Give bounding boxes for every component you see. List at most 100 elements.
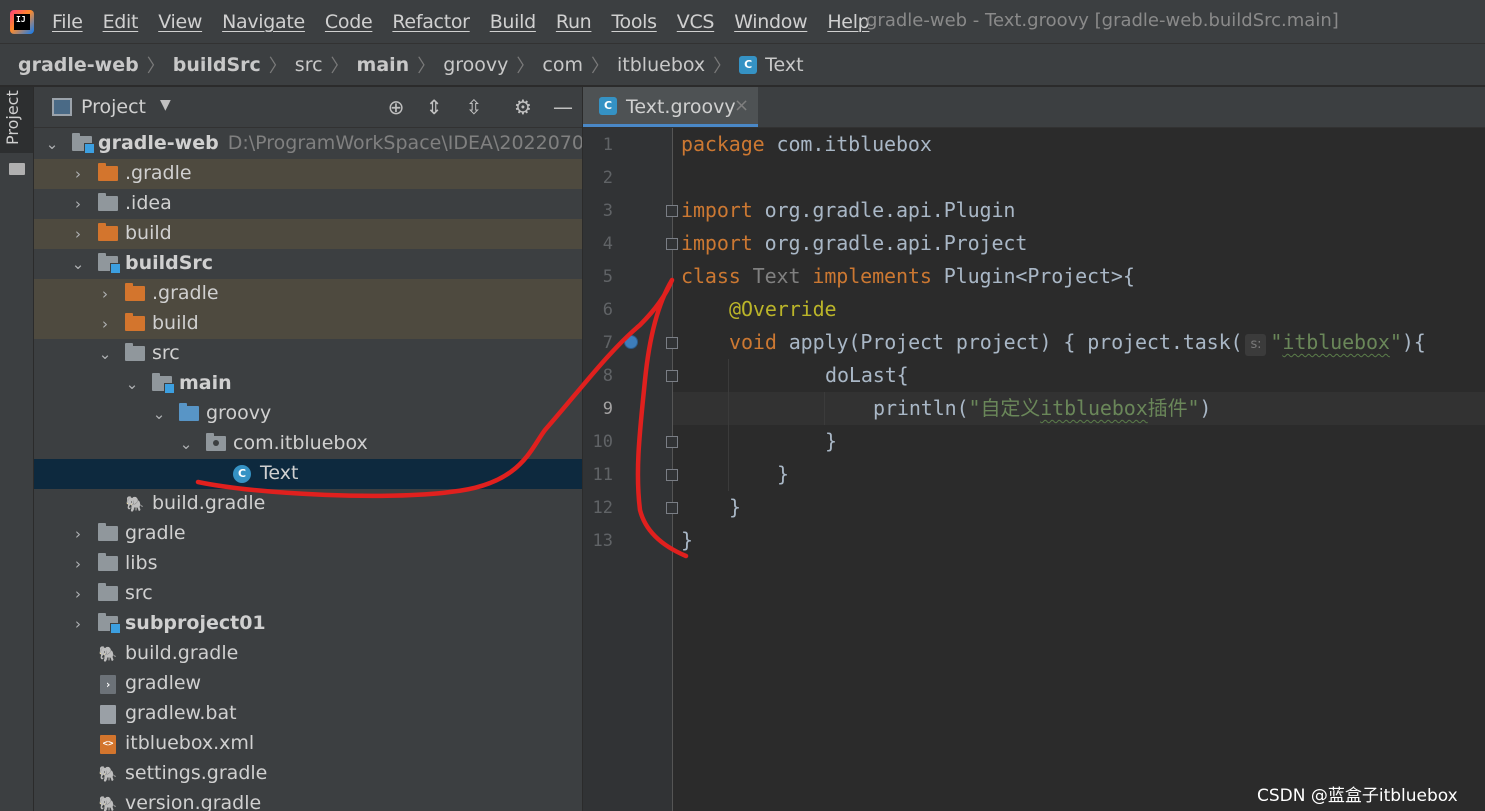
indent-guide	[824, 392, 825, 425]
chevron-right-icon: 〉	[713, 55, 732, 77]
fold-marker-icon[interactable]	[666, 337, 678, 349]
tree-row[interactable]: 🐘 settings.gradle	[34, 759, 582, 789]
expand-all-icon[interactable]: ⇕	[421, 94, 447, 120]
tree-row[interactable]: › gradlew	[34, 669, 582, 699]
minimize-icon[interactable]: —	[550, 94, 576, 120]
chevron-right-icon[interactable]: ›	[70, 223, 86, 245]
line-number: 7	[602, 333, 613, 353]
menu-help[interactable]: Help	[827, 11, 869, 33]
tree-row[interactable]: <> itbluebox.xml	[34, 729, 582, 759]
tree-row[interactable]: ⌄ src	[34, 339, 582, 369]
tree-row[interactable]: › src	[34, 579, 582, 609]
chevron-right-icon[interactable]: ›	[70, 583, 86, 605]
tree-row[interactable]: › libs	[34, 549, 582, 579]
crumb-src[interactable]: src	[295, 54, 323, 76]
tree-label: build.gradle	[125, 642, 239, 664]
line-number: 1	[602, 135, 613, 155]
chevron-right-icon[interactable]: ›	[70, 613, 86, 635]
csdn-watermark: CSDN @蓝盒子itbluebox	[1257, 786, 1458, 806]
text-file-icon	[100, 705, 116, 724]
menu-run[interactable]: Run	[556, 11, 592, 33]
tree-row[interactable]: ⌄ main	[34, 369, 582, 399]
code-line-7: void apply(Project project) { project.ta…	[729, 330, 1426, 356]
menu-navigate[interactable]: Navigate	[222, 11, 305, 33]
override-method-icon[interactable]	[624, 335, 638, 349]
breadcrumb: gradle-web 〉 buildSrc 〉 src 〉 main 〉 groovy 〉…	[0, 44, 1485, 86]
code-line-10: }	[825, 429, 837, 453]
folder-icon[interactable]	[9, 163, 25, 175]
crumb-main[interactable]: main	[357, 54, 410, 76]
locate-crosshair-icon[interactable]: ⊕	[383, 94, 409, 120]
fold-marker-icon[interactable]	[666, 205, 678, 217]
folder-icon	[125, 343, 145, 361]
folder-icon	[98, 193, 118, 211]
tree-row[interactable]: › .gradle	[34, 279, 582, 309]
tree-label: gradlew.bat	[125, 702, 237, 724]
tree-label: gradle-web D:\ProgramWorkSpace\IDEA\20220…	[98, 132, 582, 154]
chevron-down-icon[interactable]: ⌄	[151, 403, 167, 425]
tree-row[interactable]: › build	[34, 309, 582, 339]
menu-view[interactable]: View	[158, 11, 202, 33]
tree-row[interactable]: ⌄ com.itbluebox	[34, 429, 582, 459]
tree-label: build	[152, 312, 199, 334]
tree-row[interactable]: ⌄ gradle-web D:\ProgramWorkSpace\IDEA\202…	[34, 129, 582, 159]
chevron-right-icon[interactable]: ›	[70, 193, 86, 215]
tree-row[interactable]: 🐘 version.gradle	[34, 789, 582, 811]
chevron-down-icon[interactable]: ⌄	[124, 373, 140, 395]
project-panel-title[interactable]: Project	[81, 96, 146, 118]
code-editor[interactable]: 1 2 3 4 5 6 7 8 9 10 11 12 13 package co…	[583, 128, 1485, 811]
chevron-down-icon[interactable]: ⌄	[178, 433, 194, 455]
chevron-right-icon[interactable]: ›	[70, 523, 86, 545]
tree-row[interactable]: › subproject01	[34, 609, 582, 639]
fold-marker-icon[interactable]	[666, 469, 678, 481]
tree-label: build	[125, 222, 172, 244]
menu-tools[interactable]: Tools	[611, 11, 657, 33]
tree-row[interactable]: ⌄ groovy	[34, 399, 582, 429]
chevron-down-icon[interactable]: ⌄	[70, 253, 86, 275]
project-panel-header: Project ▼ ⊕ ⇕ ⇳ ⚙ —	[34, 87, 582, 128]
gear-icon[interactable]: ⚙	[510, 94, 536, 120]
menu-window[interactable]: Window	[734, 11, 807, 33]
intellij-logo-icon[interactable]: IJ	[10, 10, 34, 34]
menu-edit[interactable]: Edit	[103, 11, 139, 33]
tree-row[interactable]: ⌄ buildSrc	[34, 249, 582, 279]
tree-row[interactable]: 🐘 build.gradle	[34, 639, 582, 669]
tab-text-groovy[interactable]: C Text.groovy ×	[583, 87, 758, 127]
editor-tab-bar: C Text.groovy ×	[583, 87, 1485, 128]
tree-row[interactable]: 🐘 build.gradle	[34, 489, 582, 519]
crumb-project[interactable]: gradle-web	[18, 54, 139, 76]
chevron-right-icon[interactable]: ›	[97, 283, 113, 305]
collapse-all-icon[interactable]: ⇳	[461, 94, 487, 120]
chevron-right-icon[interactable]: ›	[70, 553, 86, 575]
chevron-down-icon[interactable]: ▼	[160, 97, 171, 113]
fold-marker-icon[interactable]	[666, 238, 678, 250]
line-number: 3	[602, 201, 613, 221]
tree-row[interactable]: › .gradle	[34, 159, 582, 189]
chevron-right-icon[interactable]: ›	[70, 163, 86, 185]
excluded-folder-icon	[98, 163, 118, 181]
chevron-down-icon[interactable]: ⌄	[44, 133, 60, 155]
tree-row-selected[interactable]: C Text	[34, 459, 582, 489]
fold-marker-icon[interactable]	[666, 370, 678, 382]
fold-marker-icon[interactable]	[666, 436, 678, 448]
close-icon[interactable]: ×	[734, 95, 749, 116]
crumb-module[interactable]: buildSrc	[173, 54, 261, 76]
menu-code[interactable]: Code	[325, 11, 373, 33]
menu-build[interactable]: Build	[490, 11, 537, 33]
tree-row[interactable]: gradlew.bat	[34, 699, 582, 729]
crumb-groovy[interactable]: groovy	[443, 54, 508, 76]
tree-label: version.gradle	[125, 792, 262, 811]
chevron-down-icon[interactable]: ⌄	[97, 343, 113, 365]
tree-row[interactable]: › .idea	[34, 189, 582, 219]
crumb-com[interactable]: com	[542, 54, 583, 76]
crumb-text[interactable]: Text	[765, 54, 803, 76]
fold-marker-icon[interactable]	[666, 502, 678, 514]
crumb-itbluebox[interactable]: itbluebox	[617, 54, 705, 76]
menu-vcs[interactable]: VCS	[677, 11, 715, 33]
chevron-right-icon[interactable]: ›	[97, 313, 113, 335]
tree-row[interactable]: › build	[34, 219, 582, 249]
project-tool-tab[interactable]: Project	[0, 87, 33, 153]
menu-refactor[interactable]: Refactor	[392, 11, 470, 33]
tree-row[interactable]: › gradle	[34, 519, 582, 549]
menu-file[interactable]: File	[52, 11, 83, 33]
